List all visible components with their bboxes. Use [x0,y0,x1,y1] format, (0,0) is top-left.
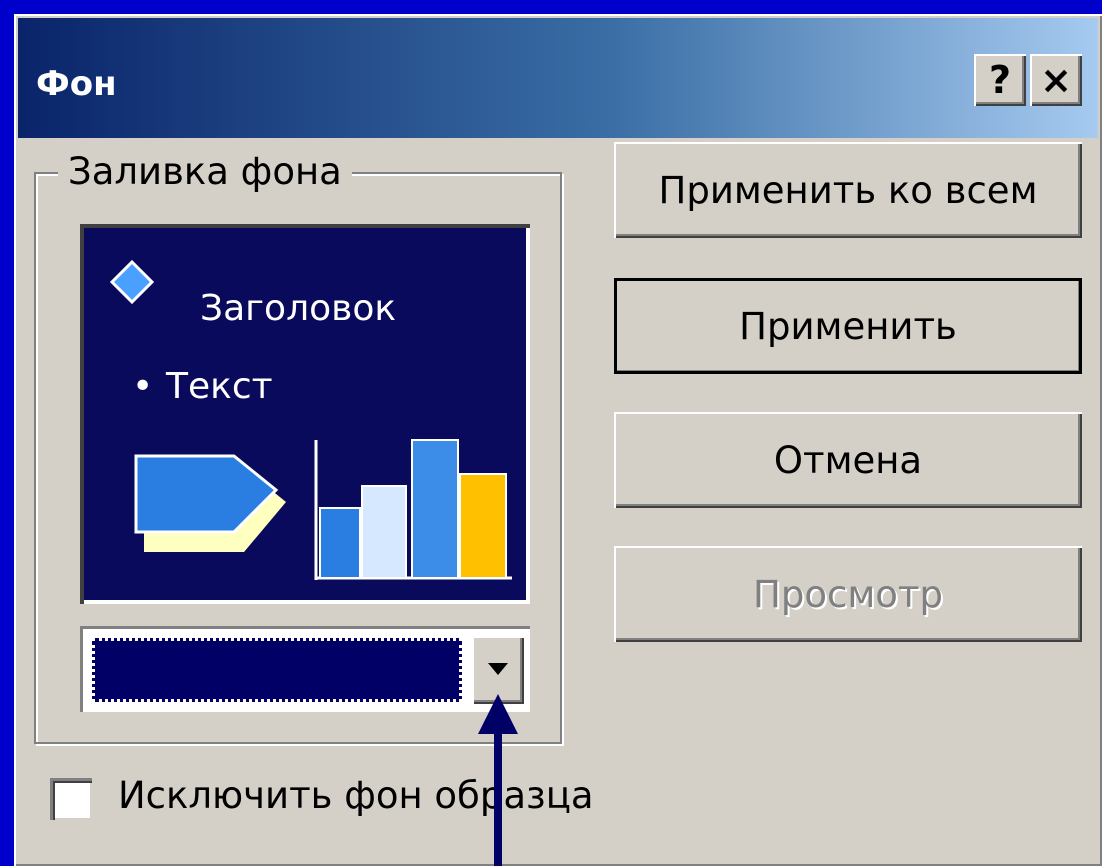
arrow-head-icon [478,694,518,734]
pointer-arrow [478,694,518,866]
